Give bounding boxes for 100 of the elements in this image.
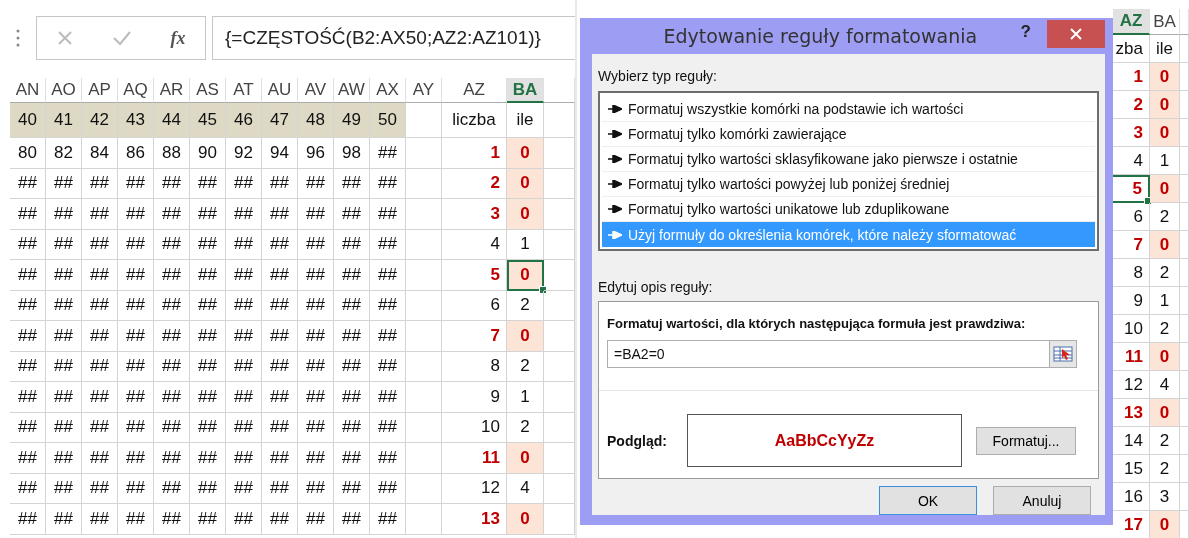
list-item[interactable]: Formatuj wszystkie komórki na podstawie ich wartości [602, 97, 1095, 122]
table-cell: 9 [1113, 287, 1150, 315]
table-cell: ## [298, 168, 334, 199]
table-cell: ## [298, 382, 334, 413]
table-cell: 44 [154, 103, 190, 138]
arrow-icon [608, 230, 622, 239]
table-cell: ## [118, 504, 154, 535]
table-cell: ## [190, 443, 226, 474]
table-cell: 16 [1113, 483, 1150, 511]
table-cell: ## [370, 290, 406, 321]
list-item[interactable]: Formatuj tylko komórki zawierające [602, 122, 1095, 147]
list-item[interactable]: Formatuj tylko wartości powyżej lub poniżej średniej [602, 172, 1095, 197]
table-cell: ## [154, 168, 190, 199]
table-cell: ## [370, 138, 406, 169]
arrow-icon [608, 105, 622, 113]
table-cell [1180, 119, 1189, 147]
table-cell: ## [118, 473, 154, 504]
table-cell: ## [46, 290, 82, 321]
table-cell: ## [370, 443, 406, 474]
table-cell: ## [298, 229, 334, 260]
table-cell: 98 [334, 138, 370, 169]
table-cell: ## [370, 382, 406, 413]
table-cell: ## [226, 290, 262, 321]
table-cell: ## [370, 473, 406, 504]
table-cell: ## [118, 199, 154, 230]
dialog-button[interactable]: Anuluj [993, 486, 1091, 515]
table-cell: 94 [262, 138, 298, 169]
table-cell: 0 [507, 443, 544, 474]
table-cell [406, 473, 442, 504]
table-cell: 0 [1150, 91, 1180, 119]
table-cell: ## [46, 443, 82, 474]
table-cell: ## [10, 229, 46, 260]
table-cell: 0 [507, 504, 544, 535]
table-cell: ## [226, 504, 262, 535]
table-cell: ## [190, 290, 226, 321]
preview-box: AaBbCcYyZz [687, 414, 962, 467]
table-cell [406, 382, 442, 413]
table-cell: ## [46, 504, 82, 535]
table-cell: ## [370, 321, 406, 352]
table-cell: ## [298, 199, 334, 230]
preview-label: Podgląd: [607, 432, 668, 449]
help-button[interactable]: ? [1020, 22, 1031, 42]
arrow-icon [608, 155, 622, 163]
table-cell: ## [190, 382, 226, 413]
close-button[interactable] [1047, 20, 1105, 48]
table-cell: 45 [190, 103, 226, 138]
table-cell: ## [298, 504, 334, 535]
range-picker-icon[interactable] [1049, 341, 1076, 367]
cancel-icon[interactable] [56, 30, 73, 46]
table-cell: 0 [1150, 63, 1180, 91]
fill-handle[interactable] [539, 285, 547, 294]
list-item[interactable]: Formatuj tylko wartości sklasyfikowane jako pierwsze i ostatnie [602, 147, 1095, 172]
table-cell [1180, 231, 1189, 259]
column-header[interactable]: BA [507, 78, 544, 103]
table-cell: 10 [1113, 315, 1150, 343]
table-cell: 1 [1150, 287, 1180, 315]
table-cell: ## [46, 473, 82, 504]
table-cell: 0 [507, 199, 544, 230]
table-cell [1180, 483, 1189, 511]
table-cell [1180, 287, 1189, 315]
table-cell [406, 199, 442, 230]
table-cell: ## [10, 351, 46, 382]
table-cell: ## [190, 229, 226, 260]
table-cell [406, 260, 442, 291]
table-cell: ## [46, 351, 82, 382]
table-cell: ## [46, 382, 82, 413]
dialog-button[interactable]: OK [879, 486, 977, 515]
drag-handle-icon[interactable] [16, 29, 20, 47]
table-cell: ## [46, 412, 82, 443]
table-cell: ## [10, 260, 46, 291]
table-cell: 86 [118, 138, 154, 169]
close-icon [1069, 27, 1083, 41]
table-cell: 0 [507, 260, 544, 291]
table-cell [1180, 371, 1189, 399]
table-cell: ## [298, 473, 334, 504]
insert-function-button[interactable]: fx [170, 27, 186, 49]
table-cell: ## [334, 443, 370, 474]
table-cell: ## [370, 504, 406, 535]
table-cell: ## [154, 290, 190, 321]
table-cell: ## [262, 443, 298, 474]
table-cell: ## [82, 443, 118, 474]
table-cell: ## [190, 473, 226, 504]
checkmark-icon[interactable] [111, 30, 132, 46]
formula-input[interactable]: =BA2=0 [607, 340, 1077, 368]
format-button[interactable]: Formatuj... [976, 426, 1076, 455]
table-cell: ## [298, 260, 334, 291]
column-header[interactable]: AZ [1113, 9, 1150, 35]
table-cell: ## [118, 351, 154, 382]
table-cell: 40 [10, 103, 46, 138]
table-cell: ## [10, 290, 46, 321]
table-cell: ## [118, 168, 154, 199]
formula-field[interactable]: {=CZĘSTOŚĆ(B2:AX50;AZ2:AZ101)} [212, 16, 575, 60]
table-cell: ## [262, 290, 298, 321]
column-header[interactable]: AY [406, 78, 442, 103]
table-cell: ## [154, 229, 190, 260]
column-header[interactable] [1180, 9, 1189, 35]
section-label: Edytuj opis reguły: [598, 279, 714, 295]
table-cell: ## [190, 412, 226, 443]
table-cell: 90 [190, 138, 226, 169]
column-header[interactable]: BA [1150, 9, 1180, 35]
